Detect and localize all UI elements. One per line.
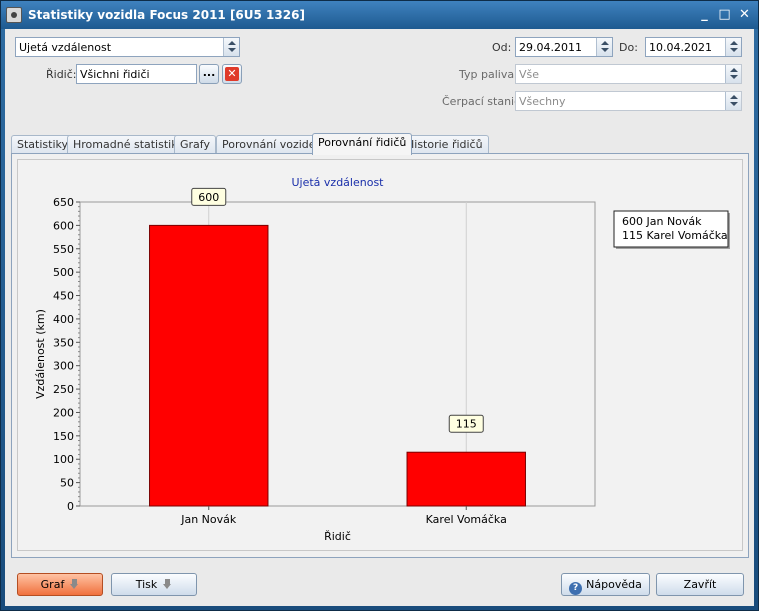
data-label: 600 xyxy=(198,191,219,204)
clear-icon: ✕ xyxy=(225,67,239,81)
print-button-label: Tisk xyxy=(135,578,158,591)
y-tick-label: 650 xyxy=(53,196,74,209)
from-date-value: 29.04.2011 xyxy=(519,41,582,54)
bottom-toolbar: Graf Tisk ? Nápověda Zavřít xyxy=(5,564,754,606)
fuel-type-value: Vše xyxy=(519,68,540,81)
driver-label: Řidič: xyxy=(46,68,77,81)
close-window-button[interactable]: ✕ xyxy=(737,7,752,22)
fuel-type-select[interactable]: Vše xyxy=(515,64,742,84)
window-title: Statistiky vozidla Focus 2011 [6U5 1326] xyxy=(28,8,305,22)
tab-driver-history[interactable]: Historie řidičů xyxy=(400,135,489,154)
y-tick-label: 350 xyxy=(53,336,74,349)
chart-panel: Ujetá vzdálenost 0 50 100 150 200 250 300 350 400… xyxy=(11,153,749,558)
chart-area: Ujetá vzdálenost 0 50 100 150 200 250 300 350 400… xyxy=(17,159,743,551)
statistics-window: Statistiky vozidla Focus 2011 [6U5 1326]… xyxy=(0,0,759,611)
to-date-spin-icon[interactable] xyxy=(725,38,741,56)
from-date-spin-icon[interactable] xyxy=(596,38,612,56)
maximize-button[interactable]: □ xyxy=(717,7,732,22)
driver-field-value: Všichni řidiči xyxy=(80,68,150,81)
station-spin-icon[interactable] xyxy=(725,92,741,110)
driver-field[interactable]: Všichni řidiči xyxy=(76,64,197,84)
bar-chart: Ujetá vzdálenost 0 50 100 150 200 250 300 350 400… xyxy=(34,176,730,543)
legend-entry: 600 Jan Novák xyxy=(622,215,702,228)
title-bar[interactable]: Statistiky vozidla Focus 2011 [6U5 1326]… xyxy=(1,1,758,29)
y-tick-label: 550 xyxy=(53,243,74,256)
help-icon: ? xyxy=(569,582,583,595)
station-value: Všechny xyxy=(519,95,566,108)
y-tick-label: 200 xyxy=(53,406,74,419)
tab-graphs[interactable]: Grafy xyxy=(174,135,216,154)
tab-driver-comparison[interactable]: Porovnání řidičů xyxy=(312,133,413,155)
help-button-label: Nápověda xyxy=(586,578,642,591)
browse-drivers-button[interactable]: ... xyxy=(199,64,219,84)
from-date-field[interactable]: 29.04.2011 xyxy=(515,37,613,57)
bar xyxy=(149,224,269,507)
chart-title: Ujetá vzdálenost xyxy=(291,176,384,189)
metric-select-value: Ujetá vzdálenost xyxy=(19,41,112,54)
tab-vehicle-comparison[interactable]: Porovnání vozidel xyxy=(216,135,325,154)
app-icon xyxy=(6,7,22,23)
station-select[interactable]: Všechny xyxy=(515,91,742,111)
y-tick-label: 150 xyxy=(53,430,74,443)
close-button[interactable]: Zavřít xyxy=(656,573,744,596)
print-button[interactable]: Tisk xyxy=(111,573,197,596)
y-tick-label: 400 xyxy=(53,313,74,326)
data-label: 115 xyxy=(456,418,477,431)
y-tick-label: 600 xyxy=(53,219,74,232)
legend-entry: 115 Karel Vomáčka xyxy=(622,229,728,242)
dropdown-arrow-icon xyxy=(70,579,79,589)
minimize-button[interactable]: _ xyxy=(697,7,712,22)
to-date-field[interactable]: 10.04.2021 xyxy=(645,37,742,57)
fuel-type-label: Typ paliva: xyxy=(459,68,518,81)
close-button-label: Zavřít xyxy=(683,578,717,591)
y-tick-label: 250 xyxy=(53,383,74,396)
metric-spin-icon[interactable] xyxy=(223,38,239,56)
clear-driver-button[interactable]: ✕ xyxy=(222,64,242,84)
x-axis-label: Řidič xyxy=(324,530,351,543)
window-content: Ujetá vzdálenost Řidič: Všichni řidiči .… xyxy=(5,29,754,606)
tab-statistics[interactable]: Statistiky xyxy=(11,135,74,154)
y-tick-label: 300 xyxy=(53,360,74,373)
tab-bulk-statistics[interactable]: Hromadné statistiky xyxy=(67,135,190,154)
y-tick-label: 0 xyxy=(67,500,74,513)
y-tick-label: 100 xyxy=(53,453,74,466)
graph-button-label: Graf xyxy=(40,578,65,591)
dropdown-arrow-icon xyxy=(163,579,172,589)
to-label: Do: xyxy=(619,41,638,54)
bar xyxy=(406,451,526,507)
metric-select[interactable]: Ujetá vzdálenost xyxy=(15,37,240,57)
fuel-type-spin-icon[interactable] xyxy=(725,65,741,83)
help-button[interactable]: ? Nápověda xyxy=(561,573,650,596)
x-tick-label: Jan Novák xyxy=(180,513,237,526)
to-date-value: 10.04.2021 xyxy=(649,41,712,54)
y-axis-label: Vzdálenost (km) xyxy=(34,309,47,399)
from-label: Od: xyxy=(492,41,512,54)
y-tick-label: 500 xyxy=(53,266,74,279)
graph-button[interactable]: Graf xyxy=(17,573,103,596)
x-tick-label: Karel Vomáčka xyxy=(426,513,507,526)
y-tick-label: 450 xyxy=(53,290,74,303)
y-tick-label: 50 xyxy=(60,477,74,490)
